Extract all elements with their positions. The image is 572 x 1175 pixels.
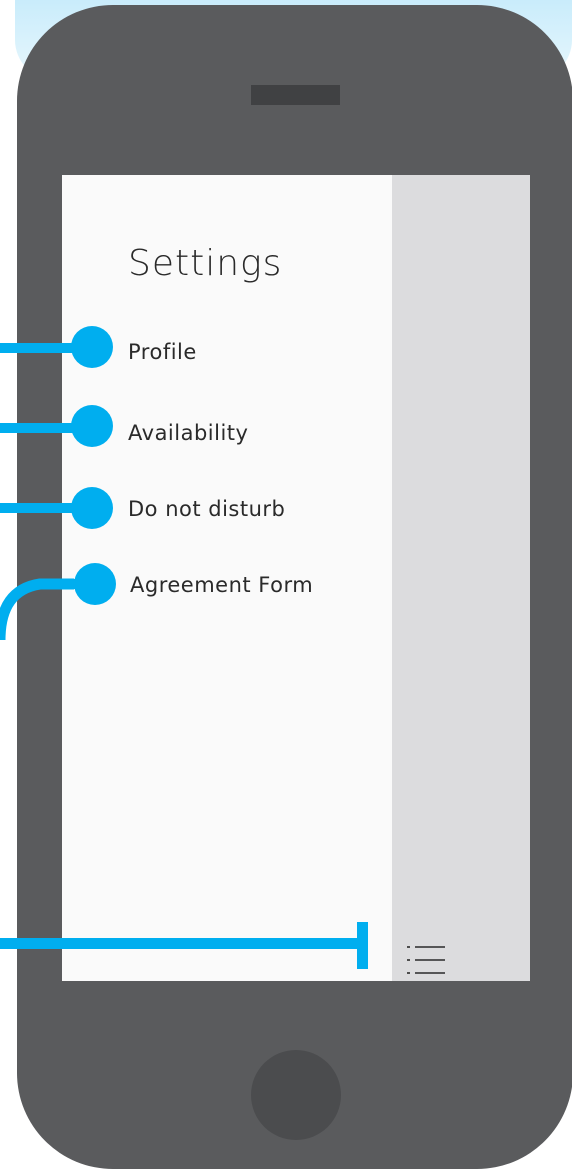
menu-item-availability[interactable]: Availability [128, 421, 248, 445]
drawer-gutter[interactable] [392, 175, 530, 981]
menu-item-agreement-form[interactable]: Agreement Form [130, 573, 313, 597]
diagram-canvas: Settings Profile Availability Do not dis… [0, 0, 572, 1175]
home-button[interactable] [251, 1050, 341, 1140]
hamburger-menu-icon[interactable] [407, 944, 445, 976]
speaker-slot [251, 85, 340, 105]
menu-item-profile[interactable]: Profile [128, 340, 197, 364]
drawer-title: Settings [128, 243, 283, 284]
menu-item-do-not-disturb[interactable]: Do not disturb [128, 497, 285, 521]
